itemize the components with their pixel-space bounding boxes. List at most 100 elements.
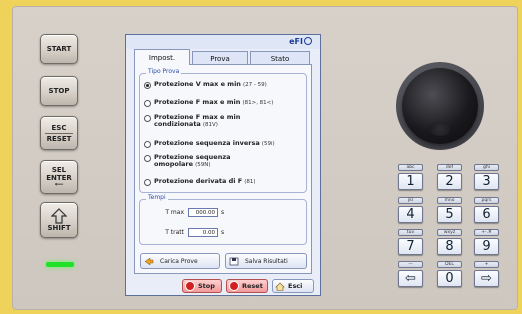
key-label: 4 [406, 207, 415, 222]
exit-label: Esci [288, 282, 303, 290]
logo-text: eFI [289, 37, 303, 46]
radio-icon[interactable] [144, 115, 151, 122]
reset-test-button[interactable]: Reset [226, 279, 268, 293]
tab-stato[interactable]: Stato [250, 51, 310, 65]
save-disk-icon [229, 257, 239, 265]
option-f-condizionata[interactable]: Protezione F max e min condizionata (81V… [144, 114, 284, 129]
key-3-2[interactable]: ⇨ [474, 270, 499, 287]
t-max-label: T max [165, 209, 184, 216]
option-label: Protezione derivata di F [154, 177, 243, 185]
key-2-2[interactable]: 9 [474, 238, 499, 255]
start-button[interactable]: START [40, 34, 78, 64]
t-max-input[interactable]: 000.00 [188, 208, 218, 217]
key-label: 5 [445, 207, 454, 222]
key-sublabel: tuv [398, 229, 423, 236]
radio-icon[interactable] [144, 141, 151, 148]
tipo-prova-group: Tipo Prova Protezione V max e min (27 - … [139, 68, 307, 193]
option-v-max-min[interactable]: Protezione V max e min (27 - 59) [144, 81, 267, 89]
tab-prova-label: Prova [210, 54, 230, 63]
option-label: Protezione sequenza inversa [154, 139, 260, 147]
key-1-0[interactable]: 4 [398, 206, 423, 223]
save-results-button[interactable]: Salva Risultati [225, 253, 307, 269]
key-sublabel: — [398, 261, 423, 268]
key-sublabel: DEL [437, 261, 462, 268]
key-sublabel: jkl [398, 197, 423, 204]
exit-button[interactable]: Esci [272, 279, 314, 293]
option-derivata-f[interactable]: Protezione derivata di F (81) [144, 178, 256, 186]
key-label: 8 [445, 239, 454, 254]
load-tests-button[interactable]: Carica Prove [140, 253, 220, 269]
key-2-0[interactable]: 7 [398, 238, 423, 255]
radio-selected-icon[interactable] [144, 82, 151, 89]
efi-logo: eFI [289, 37, 312, 46]
tipo-prova-legend: Tipo Prova [146, 68, 182, 75]
key-sublabel: wxyz [437, 229, 462, 236]
save-button-label: Salva Risultati [245, 257, 288, 265]
key-sublabel: abc [398, 164, 423, 171]
key-sublabel: mno [437, 197, 462, 204]
tab-prova[interactable]: Prova [192, 51, 248, 65]
option-code: (27 - 59) [243, 82, 267, 88]
key-label: 6 [482, 207, 491, 222]
key-label: ⇨ [481, 271, 492, 286]
key-3-1[interactable]: 0 [437, 270, 462, 287]
key-sublabel: def [437, 164, 462, 171]
sel-enter-button[interactable]: SEL ENTER ⟵ [40, 160, 78, 194]
key-0-0[interactable]: 1 [398, 173, 423, 190]
key-label: ⇦ [405, 271, 416, 286]
shift-arrow-icon [51, 208, 67, 224]
option-label: Protezione F max e min condizionata [154, 113, 241, 128]
shift-button[interactable]: SHIFT [40, 202, 78, 238]
key-label: 7 [406, 239, 415, 254]
tempi-legend: Tempi [146, 194, 168, 201]
option-code: (81>, 81<) [242, 100, 274, 106]
radio-icon[interactable] [144, 155, 151, 162]
touch-screen: eFI Impost. Prova Stato Tipo Prova Prote… [125, 34, 321, 296]
status-led [46, 262, 74, 267]
t-max-unit: s [221, 209, 225, 216]
load-arrow-icon [144, 257, 154, 265]
option-seq-inversa[interactable]: Protezione sequenza inversa (59i) [144, 140, 275, 148]
tab-stato-label: Stato [270, 54, 290, 63]
t-trat-label: T tratt [165, 229, 184, 236]
t-trat-unit: s [221, 229, 225, 236]
home-icon [275, 282, 285, 291]
option-code: (59i) [261, 141, 275, 147]
stop-button[interactable]: STOP [40, 76, 78, 106]
stop-test-button[interactable]: Stop [182, 279, 222, 293]
key-3-0[interactable]: ⇦ [398, 270, 423, 287]
option-label: Protezione sequenza omopolare [154, 153, 231, 168]
key-label: 0 [445, 271, 454, 286]
radio-icon[interactable] [144, 179, 151, 186]
tab-impost[interactable]: Impost. [134, 49, 190, 65]
option-code: (59N) [195, 162, 211, 168]
key-1-1[interactable]: 5 [437, 206, 462, 223]
esc-divider [45, 132, 73, 134]
option-f-max-min[interactable]: Protezione F max e min (81>, 81<) [144, 99, 273, 107]
key-label: 9 [482, 239, 491, 254]
esc-reset-button[interactable]: ESC RESET [40, 116, 78, 150]
key-0-2[interactable]: 3 [474, 173, 499, 190]
option-code: (81V) [202, 122, 218, 128]
load-button-label: Carica Prove [160, 257, 198, 265]
key-sublabel: ghi [474, 164, 499, 171]
settings-panel: Tipo Prova Protezione V max e min (27 - … [134, 64, 312, 274]
radio-icon[interactable] [144, 100, 151, 107]
shift-label: SHIFT [47, 224, 71, 232]
reset-circle-icon [229, 281, 239, 291]
knob-finger-dimple [429, 122, 451, 136]
option-label: Protezione F max e min [154, 98, 241, 106]
t-max-row: T max 000.00 s [162, 208, 224, 217]
key-1-2[interactable]: 6 [474, 206, 499, 223]
t-trat-row: T tratt 0.00 s [162, 228, 224, 237]
option-code: (81) [244, 179, 256, 185]
start-button-label: START [46, 45, 72, 53]
t-trat-input[interactable]: 0.00 [188, 228, 218, 237]
option-seq-omopolare[interactable]: Protezione sequenza omopolare (59N) [144, 154, 254, 169]
screen-header: eFI [126, 35, 320, 49]
reset-test-label: Reset [242, 282, 263, 290]
key-2-1[interactable]: 8 [437, 238, 462, 255]
gear-icon [304, 37, 312, 45]
key-label: 1 [406, 174, 415, 189]
key-0-1[interactable]: 2 [437, 173, 462, 190]
